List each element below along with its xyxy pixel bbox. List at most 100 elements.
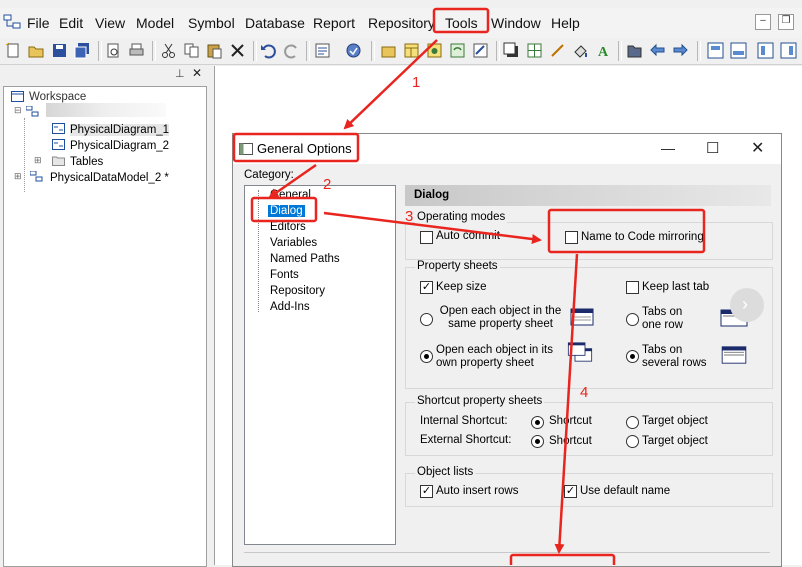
category-editors[interactable]: Editors	[270, 221, 306, 233]
tabs-several-rows-radio[interactable]	[626, 350, 639, 363]
menu-symbol[interactable]: Symbol	[188, 15, 235, 31]
diagram-icon-2[interactable]	[730, 42, 747, 59]
open-same-radio[interactable]	[420, 313, 433, 326]
general-options-dialog: General Options — ☐ ✕ Category: General …	[232, 133, 782, 567]
use-default-name-label: Use default name	[580, 485, 671, 497]
refresh-icon[interactable]	[449, 42, 466, 59]
category-variables[interactable]: Variables	[270, 237, 317, 249]
internal-target-option: Target object	[642, 415, 708, 427]
open-same-label: Open each object in the same property sh…	[439, 305, 562, 330]
external-shortcut-radio[interactable]	[531, 435, 544, 448]
menu-tools[interactable]: Tools	[445, 15, 478, 31]
package-icon[interactable]	[380, 42, 397, 59]
name-to-code-checkbox[interactable]	[565, 231, 578, 244]
undo-icon[interactable]	[260, 42, 277, 59]
folder-icon[interactable]	[626, 42, 643, 59]
minimize-button[interactable]: —	[661, 140, 675, 156]
text-color-icon[interactable]: A	[595, 42, 612, 59]
open-icon[interactable]	[28, 42, 45, 59]
expand-toggle[interactable]: ⊟	[14, 105, 22, 116]
shadow-icon[interactable]	[503, 42, 520, 59]
external-target-option: Target object	[642, 435, 708, 447]
menu-model[interactable]: Model	[136, 15, 174, 31]
next-page-icon[interactable]: ›	[730, 288, 764, 322]
menu-file[interactable]: File	[27, 15, 50, 31]
name-to-code-label: Name to Code mirroring	[581, 231, 704, 243]
paste-icon[interactable]	[206, 42, 223, 59]
forward-icon[interactable]	[672, 42, 689, 59]
menu-help[interactable]: Help	[551, 15, 580, 31]
category-repository[interactable]: Repository	[270, 285, 325, 297]
keep-size-checkbox[interactable]: ✓	[420, 281, 433, 294]
maximize-button[interactable]: ☐	[706, 139, 719, 157]
fill-icon[interactable]	[572, 42, 589, 59]
internal-target-radio[interactable]	[626, 416, 639, 429]
table-icon[interactable]	[403, 42, 420, 59]
use-default-name-checkbox[interactable]: ✓	[564, 485, 577, 498]
copy-icon[interactable]	[183, 42, 200, 59]
redo-icon[interactable]	[283, 42, 300, 59]
category-named-paths[interactable]: Named Paths	[270, 253, 340, 265]
open-own-radio[interactable]	[420, 350, 433, 363]
mdi-restore-button[interactable]: ❐	[778, 14, 794, 30]
object-browser: ⊥ ✕ Workspace ⊟ PhysicalDiagram_1 Physic…	[0, 66, 210, 567]
save-icon[interactable]	[51, 42, 68, 59]
menu-repository[interactable]: Repository	[368, 15, 435, 31]
reference-icon[interactable]	[472, 42, 489, 59]
cut-icon[interactable]	[160, 42, 177, 59]
view-icon[interactable]	[426, 42, 443, 59]
open-own-label: Open each object in its own property she…	[436, 344, 553, 369]
pin-icon[interactable]: ⊥	[175, 67, 185, 80]
object-lists-title: Object lists	[415, 466, 476, 478]
menu-bar: File Edit View Model Symbol Database Rep…	[0, 8, 802, 38]
print-icon[interactable]	[128, 42, 145, 59]
delete-icon[interactable]	[229, 42, 246, 59]
menu-window[interactable]: Window	[491, 15, 541, 31]
auto-insert-rows-checkbox[interactable]: ✓	[420, 485, 433, 498]
check-model-icon[interactable]	[345, 42, 362, 59]
properties-icon[interactable]	[314, 42, 331, 59]
internal-shortcut-radio[interactable]	[531, 416, 544, 429]
mdi-minimize-button[interactable]: –	[755, 14, 771, 30]
category-label: Category:	[244, 169, 294, 181]
close-icon[interactable]: ✕	[192, 66, 202, 80]
tabs-one-row-radio[interactable]	[626, 313, 639, 326]
menu-report[interactable]: Report	[313, 15, 355, 31]
tabs-one-row-label: Tabs on one row	[642, 306, 683, 331]
diagram-icon-3[interactable]	[757, 42, 774, 59]
new-icon[interactable]	[5, 42, 22, 59]
panel-header: Dialog	[405, 185, 771, 206]
print-preview-icon[interactable]	[105, 42, 122, 59]
model-icon	[26, 106, 39, 117]
menu-database[interactable]: Database	[245, 15, 305, 31]
save-all-icon[interactable]	[74, 42, 91, 59]
expand-toggle[interactable]: ⊞	[34, 155, 42, 166]
menu-view[interactable]: View	[95, 15, 125, 31]
keep-size-label: Keep size	[436, 281, 487, 293]
panel-title: Dialog	[414, 189, 450, 201]
category-dialog[interactable]: Dialog	[268, 205, 305, 217]
line-style-icon[interactable]	[549, 42, 566, 59]
external-target-radio[interactable]	[626, 435, 639, 448]
auto-insert-rows-label: Auto insert rows	[436, 485, 519, 497]
category-fonts[interactable]: Fonts	[270, 269, 299, 281]
back-icon[interactable]	[649, 42, 666, 59]
category-general[interactable]: General	[270, 189, 311, 201]
menu-edit[interactable]: Edit	[59, 15, 83, 31]
diagram-icon-4[interactable]	[780, 42, 797, 59]
tree-item-tables[interactable]: Tables	[70, 156, 103, 168]
tree-item-physicaldiagram-1[interactable]: PhysicalDiagram_1	[70, 124, 170, 136]
shortcut-sheets-group	[405, 402, 773, 456]
close-button[interactable]: ✕	[751, 138, 764, 158]
auto-commit-checkbox[interactable]	[420, 231, 433, 244]
category-add-ins[interactable]: Add-Ins	[270, 301, 310, 313]
tree-item-physicaldatamodel-2[interactable]: PhysicalDataModel_2 *	[50, 172, 169, 184]
keep-last-tab-checkbox[interactable]	[626, 281, 639, 294]
dialog-titlebar[interactable]: General Options — ☐ ✕	[233, 134, 781, 164]
category-tree: General Dialog Editors Variables Named P…	[244, 185, 396, 545]
grid-icon[interactable]	[526, 42, 543, 59]
tree-item-physicaldiagram-2[interactable]: PhysicalDiagram_2	[70, 140, 169, 152]
workspace-label[interactable]: Workspace	[29, 91, 86, 103]
diagram-icon[interactable]	[707, 42, 724, 59]
expand-toggle[interactable]: ⊞	[14, 171, 22, 182]
